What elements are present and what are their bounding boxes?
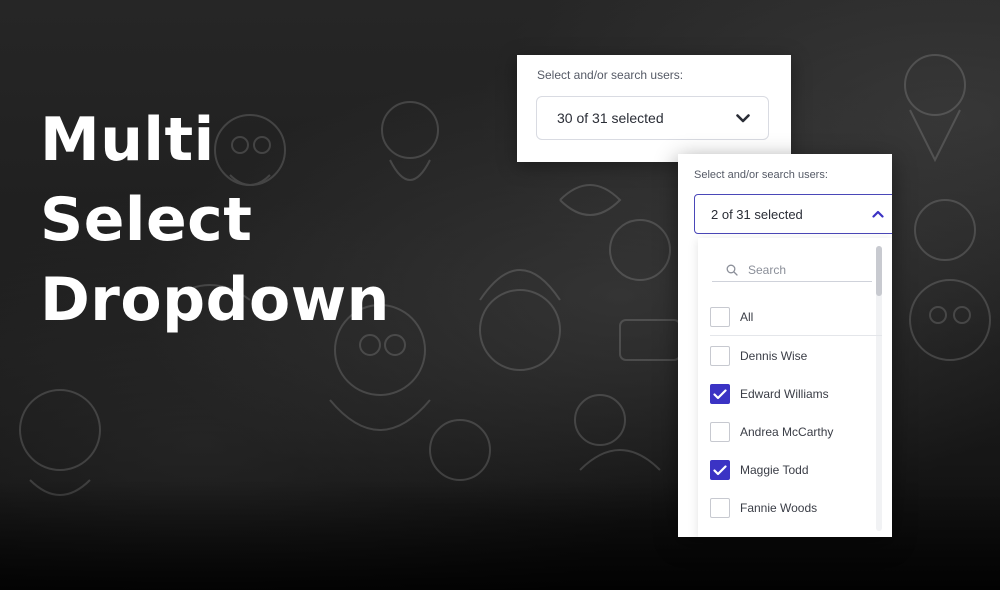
users-select-closed[interactable]: 30 of 31 selected (536, 96, 769, 140)
option-label: All (740, 309, 754, 324)
option-dennis-wise[interactable]: Dennis Wise (710, 337, 882, 375)
scrollbar-thumb[interactable] (876, 246, 882, 296)
option-edward-williams[interactable]: Edward Williams (710, 375, 882, 413)
dropdown-card-closed: Select and/or search users: 30 of 31 sel… (517, 55, 791, 162)
chevron-down-icon (736, 113, 750, 122)
option-fannie-woods[interactable]: Fannie Woods (710, 489, 882, 527)
option-all[interactable]: All (710, 298, 882, 336)
checkbox-checked[interactable] (710, 384, 730, 404)
option-label: Andrea McCarthy (740, 425, 834, 439)
page-title: Multi Select Dropdown (40, 100, 390, 340)
search-input[interactable] (748, 262, 858, 277)
selected-count: 30 of 31 selected (557, 110, 664, 126)
dropdown-card-open: Select and/or search users: 2 of 31 sele… (678, 154, 892, 537)
headline-line-3: Dropdown (40, 265, 390, 335)
chevron-up-icon (872, 210, 884, 218)
checkbox[interactable] (710, 422, 730, 442)
option-label: Fannie Woods (740, 501, 818, 515)
search-box (712, 258, 872, 282)
checkbox[interactable] (710, 306, 730, 327)
users-select-open[interactable]: 2 of 31 selected (694, 194, 892, 234)
checkbox[interactable] (710, 498, 730, 518)
checkbox[interactable] (710, 346, 730, 366)
option-maggie-todd[interactable]: Maggie Todd (710, 451, 882, 489)
checkmark-icon (713, 388, 727, 399)
options-menu: All Dennis Wise Edward Williams Andrea M… (698, 238, 892, 537)
dropdown-label: Select and/or search users: (694, 169, 828, 181)
option-label: Dennis Wise (740, 349, 808, 363)
selected-count: 2 of 31 selected (711, 206, 803, 222)
search-icon (726, 264, 738, 276)
option-andrea-mccarthy[interactable]: Andrea McCarthy (710, 413, 882, 451)
dropdown-label: Select and/or search users: (537, 68, 684, 82)
headline-line-2: Select (40, 185, 253, 255)
headline-line-1: Multi (40, 105, 215, 175)
checkbox-checked[interactable] (710, 460, 730, 480)
option-label: Maggie Todd (740, 463, 809, 477)
option-label: Edward Williams (740, 387, 829, 401)
checkmark-icon (713, 464, 727, 475)
